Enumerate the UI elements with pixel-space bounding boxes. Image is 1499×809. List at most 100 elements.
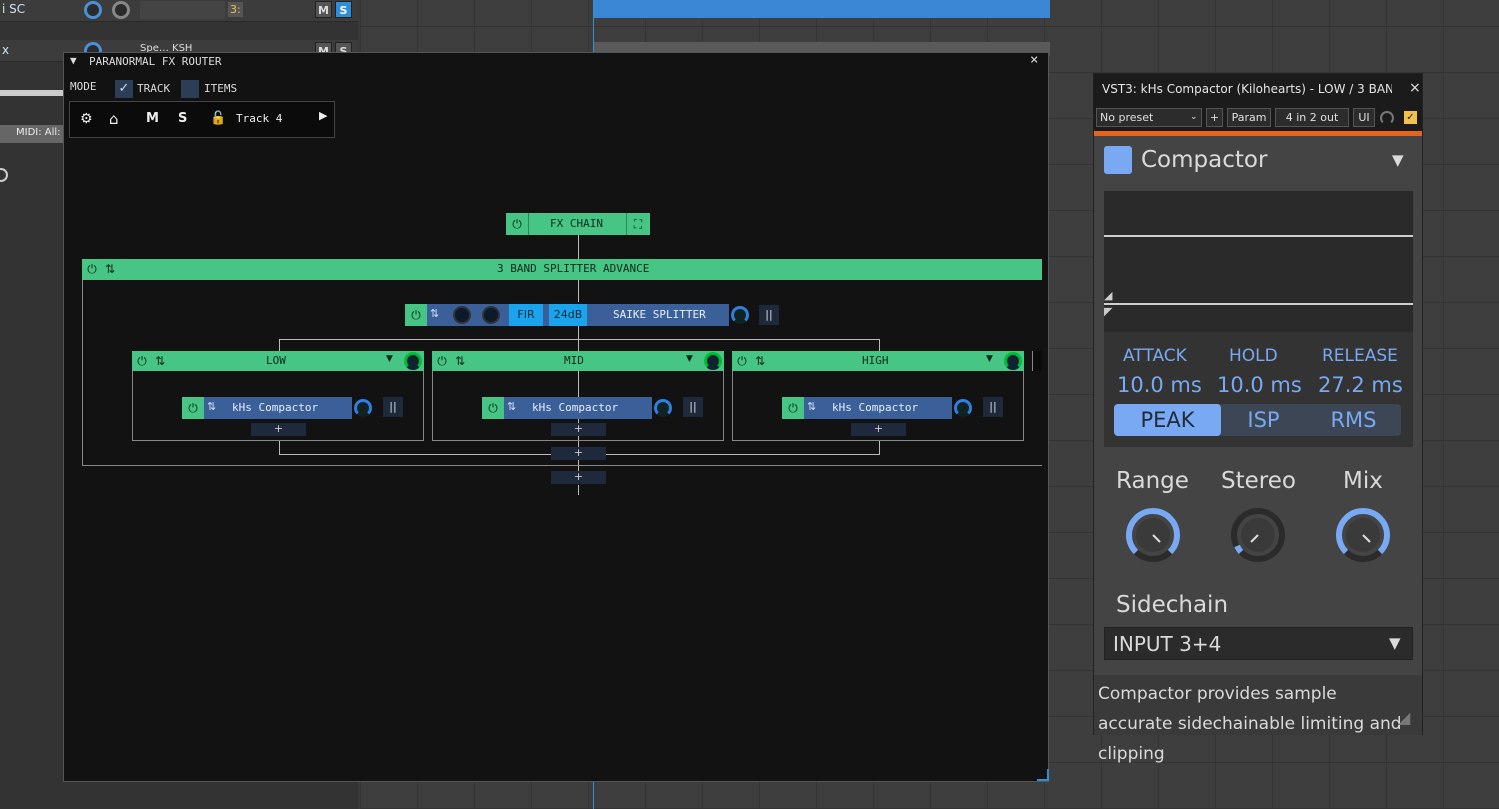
- mute-button[interactable]: M: [146, 111, 159, 126]
- mode-peak-button[interactable]: PEAK: [1114, 404, 1221, 436]
- transfer-graph[interactable]: ◢ ◤: [1104, 191, 1413, 332]
- band-knob-slot[interactable]: [402, 351, 424, 371]
- resize-handle[interactable]: [1037, 769, 1049, 781]
- knob[interactable]: [482, 306, 500, 324]
- mode-isp-button[interactable]: ISP: [1221, 404, 1306, 436]
- midi-clip[interactable]: [593, 0, 1050, 18]
- band-gain-knob[interactable]: [704, 352, 722, 370]
- range-knob[interactable]: [1124, 506, 1182, 564]
- wet-knob[interactable]: [354, 399, 372, 417]
- bypass-checkbox[interactable]: ✓: [1404, 111, 1417, 124]
- waveform-icon[interactable]: ⇅: [751, 352, 769, 370]
- pan-knob[interactable]: [112, 1, 130, 19]
- vst-titlebar[interactable]: VST3: kHs Compactor (Kilohearts) - LOW /…: [1094, 74, 1422, 103]
- power-icon[interactable]: ⏻: [433, 352, 451, 370]
- track-name[interactable]: i SC: [2, 2, 25, 16]
- waveform-icon[interactable]: ⇅: [507, 400, 516, 413]
- threshold-marker-icon[interactable]: ◤: [1104, 305, 1112, 318]
- fir-button[interactable]: FIR: [509, 304, 543, 326]
- knob[interactable]: [453, 306, 471, 324]
- io-button[interactable]: 4 in 2 out: [1275, 108, 1349, 127]
- waveform-icon[interactable]: ⇅: [807, 400, 816, 413]
- band-gain-knob[interactable]: [1004, 352, 1022, 370]
- power-toggle[interactable]: ⏻: [405, 304, 427, 326]
- add-band-button[interactable]: +: [551, 447, 606, 460]
- slope-button[interactable]: 24dB: [549, 304, 587, 326]
- fader-track[interactable]: [0, 90, 63, 96]
- menu-chevron-icon[interactable]: ▼: [1392, 151, 1404, 169]
- track-row[interactable]: i SC 3: M S: [0, 0, 358, 22]
- band-gain-knob[interactable]: [404, 352, 422, 370]
- band-header-high[interactable]: ⏻ ⇅ HIGH ▼: [732, 351, 1002, 371]
- hold-value[interactable]: 10.0 ms: [1217, 373, 1302, 397]
- items-mode-checkbox[interactable]: [181, 80, 199, 98]
- wet-knob[interactable]: [654, 399, 672, 417]
- track-selector[interactable]: Track 4: [236, 112, 282, 125]
- plugin-node[interactable]: ⏻ ⇅ kHs Compactor: [782, 397, 952, 419]
- param-button[interactable]: Param: [1227, 108, 1271, 127]
- add-fx-button[interactable]: +: [551, 423, 606, 436]
- resize-grip-icon[interactable]: ◢: [1398, 708, 1410, 727]
- add-fx-button[interactable]: +: [251, 423, 306, 436]
- chevron-down-icon[interactable]: ▼: [686, 354, 693, 364]
- midi-input[interactable]: MIDI: All:: [0, 125, 63, 143]
- router-titlebar[interactable]: ▼ PARANORMAL FX ROUTER ×: [64, 52, 1048, 71]
- fx-slot[interactable]: [140, 1, 225, 19]
- saike-splitter-node[interactable]: ⏻ ⇅ FIR 24dB SAIKE SPLITTER: [405, 304, 729, 326]
- wet-knob[interactable]: [954, 399, 972, 417]
- sidechain-select[interactable]: INPUT 3+4 ▼: [1104, 627, 1413, 660]
- fx-chain-node[interactable]: ⏻ FX CHAIN ⛶: [506, 213, 650, 235]
- band-header-mid[interactable]: ⏻ ⇅ MID ▼: [432, 351, 702, 371]
- volume-knob[interactable]: [84, 1, 102, 19]
- fullscreen-icon[interactable]: ⛶: [629, 215, 647, 233]
- power-icon[interactable]: ⏻: [133, 352, 151, 370]
- mute-button[interactable]: M: [315, 1, 332, 18]
- plugin-node[interactable]: ⏻ ⇅ kHs Compactor: [182, 397, 352, 419]
- chevron-down-icon[interactable]: ▼: [386, 354, 393, 364]
- waveform-icon[interactable]: ⇅: [430, 307, 439, 320]
- close-icon[interactable]: ×: [1030, 52, 1038, 68]
- splitter-container-header[interactable]: ⏻ ⇅ 3 BAND SPLITTER ADVANCE: [82, 259, 1042, 280]
- pause-button[interactable]: ||: [683, 397, 703, 417]
- waveform-icon[interactable]: ⇅: [151, 352, 169, 370]
- power-icon[interactable]: ⏻: [83, 260, 101, 278]
- pause-button[interactable]: ||: [759, 305, 779, 325]
- next-track-icon[interactable]: ▶: [319, 109, 327, 122]
- add-fx-button[interactable]: +: [851, 423, 906, 436]
- power-toggle[interactable]: ⏻: [182, 397, 204, 419]
- add-fx-button[interactable]: +: [551, 471, 606, 484]
- mix-knob[interactable]: [1334, 506, 1392, 564]
- record-arm-icon[interactable]: [0, 168, 8, 182]
- home-icon[interactable]: ⌂: [109, 110, 119, 128]
- close-icon[interactable]: ×: [1409, 80, 1421, 96]
- ui-button[interactable]: UI: [1353, 108, 1375, 127]
- waveform-icon[interactable]: ⇅: [451, 352, 469, 370]
- band-header-low[interactable]: ⏻ ⇅ LOW ▼: [132, 351, 402, 371]
- pause-button[interactable]: ||: [983, 397, 1003, 417]
- pause-button[interactable]: ||: [383, 397, 403, 417]
- release-value[interactable]: 27.2 ms: [1318, 373, 1403, 397]
- track-mode-checkbox[interactable]: ✓: [115, 80, 133, 98]
- collapse-icon[interactable]: ▼: [70, 54, 77, 67]
- stereo-knob[interactable]: [1229, 506, 1287, 564]
- waveform-icon[interactable]: ⇅: [101, 260, 119, 278]
- band-knob-slot[interactable]: [1002, 351, 1024, 371]
- band-knob-slot[interactable]: [702, 351, 724, 371]
- preset-select[interactable]: No preset ⌄: [1096, 108, 1202, 127]
- wet-knob[interactable]: [731, 306, 749, 324]
- solo-button[interactable]: S: [335, 1, 352, 18]
- settings-gear-icon[interactable]: ⚙: [80, 111, 93, 127]
- lock-icon[interactable]: 🔓: [210, 111, 226, 126]
- wet-knob[interactable]: [1380, 111, 1394, 125]
- mode-rms-button[interactable]: RMS: [1306, 404, 1401, 436]
- threshold-marker-icon[interactable]: ◢: [1104, 289, 1112, 302]
- power-toggle[interactable]: ⏻: [482, 397, 504, 419]
- solo-button[interactable]: S: [178, 111, 187, 126]
- plugin-color-swatch[interactable]: [1104, 146, 1132, 174]
- power-icon[interactable]: ⏻: [508, 215, 526, 233]
- add-preset-button[interactable]: +: [1206, 108, 1223, 127]
- plugin-node[interactable]: ⏻ ⇅ kHs Compactor: [482, 397, 652, 419]
- power-toggle[interactable]: ⏻: [782, 397, 804, 419]
- track-name[interactable]: x: [2, 43, 9, 57]
- waveform-icon[interactable]: ⇅: [207, 400, 216, 413]
